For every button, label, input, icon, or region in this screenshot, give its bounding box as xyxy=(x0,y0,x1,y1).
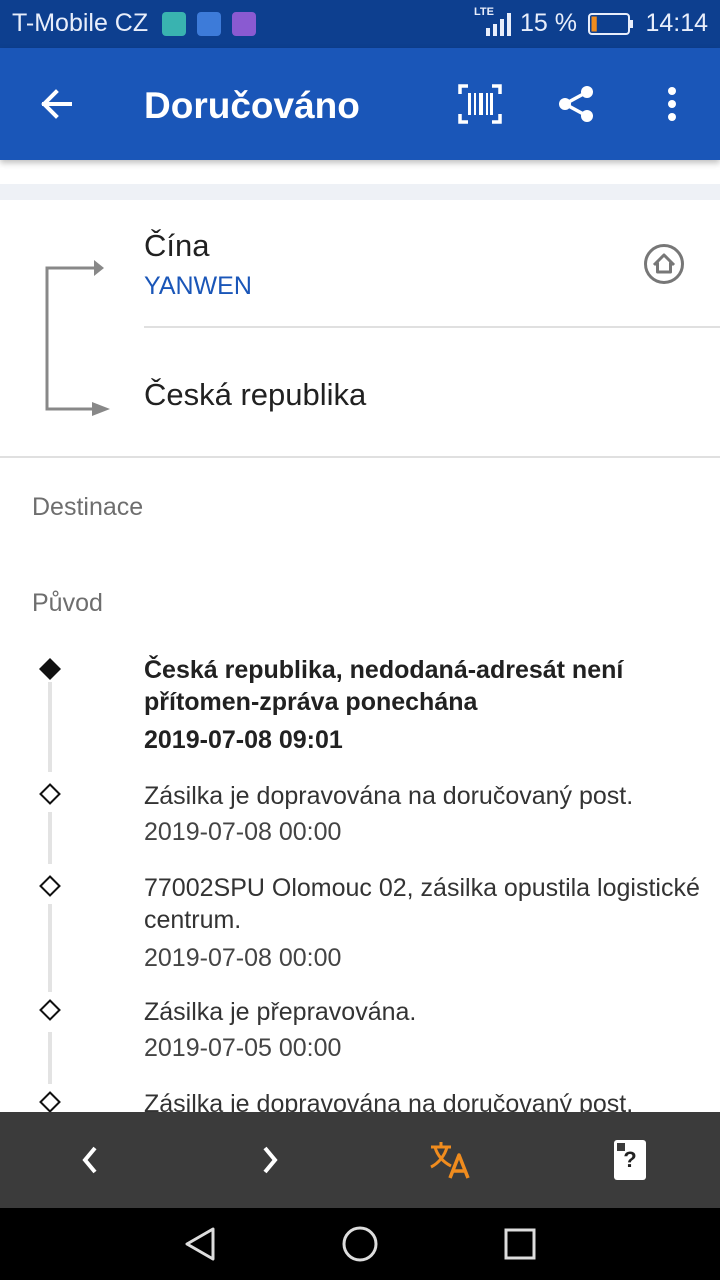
event-date: 2019-07-08 00:00 xyxy=(144,818,342,846)
event-description: 77002SPU Olomouc 02, zásilka opustila lo… xyxy=(144,874,700,934)
notification-news-icon xyxy=(197,12,221,36)
event-description: Zásilka je přepravována. xyxy=(144,998,417,1026)
chevron-left-icon xyxy=(82,1146,97,1174)
clock: 14:14 xyxy=(645,9,708,37)
chevron-right-icon xyxy=(263,1146,278,1174)
destination-country: Česká republika xyxy=(144,377,367,412)
carrier-name: T-Mobile CZ xyxy=(12,9,149,37)
event-description: Zásilka je dopravována na doručovaný pos… xyxy=(144,782,634,810)
previous-button[interactable] xyxy=(60,1132,120,1188)
page-title: Doručováno xyxy=(144,85,360,126)
status-bar: T-Mobile CZ LTE 15 % 14:14 xyxy=(0,0,720,48)
event-date: 2019-07-08 00:00 xyxy=(144,944,342,972)
event-date: 2019-07-08 09:01 xyxy=(144,726,343,754)
help-card-icon: ? xyxy=(614,1140,646,1180)
status-diamond-icon xyxy=(39,999,61,1021)
origin-section-label: Původ xyxy=(32,589,103,617)
nav-recents-button[interactable] xyxy=(492,1218,548,1270)
event-description: Zásilka je dopravována na doručovaný pos… xyxy=(144,1090,634,1112)
nav-back-icon xyxy=(185,1227,215,1261)
carrier-link[interactable]: YANWEN xyxy=(144,272,252,301)
battery-icon xyxy=(588,13,633,35)
status-diamond-icon xyxy=(39,1091,61,1112)
timeline-connector xyxy=(48,1032,52,1084)
signal-icon xyxy=(486,13,511,36)
help-button[interactable]: ? xyxy=(600,1132,660,1188)
back-button[interactable] xyxy=(28,76,84,132)
more-options-button[interactable] xyxy=(644,76,700,132)
battery-percent: 15 % xyxy=(520,9,577,37)
translate-icon xyxy=(430,1142,470,1179)
nav-home-button[interactable] xyxy=(332,1218,388,1270)
system-nav-bar xyxy=(0,1208,720,1280)
translate-button[interactable] xyxy=(420,1132,480,1188)
route-card: Čína YANWEN Česká republika xyxy=(0,200,720,458)
route-bracket-icon xyxy=(45,260,110,416)
notification-gallery-icon xyxy=(232,12,256,36)
barcode-button[interactable] xyxy=(452,76,508,132)
nav-home-icon xyxy=(342,1226,378,1262)
nav-recents-icon xyxy=(504,1228,536,1260)
status-diamond-icon xyxy=(39,875,61,897)
destination-section-label: Destinace xyxy=(32,493,144,521)
share-icon xyxy=(559,86,593,122)
route-divider xyxy=(144,326,720,328)
bottom-toolbar: ? xyxy=(0,1112,720,1208)
section-gap xyxy=(0,184,720,200)
current-status-diamond-icon xyxy=(39,658,61,680)
event-description: Česká republika, nedodaná-adresát není p… xyxy=(144,656,624,716)
home-icon[interactable] xyxy=(642,242,686,286)
event-date: 2019-07-05 00:00 xyxy=(144,1034,342,1062)
origin-country: Čína xyxy=(144,228,210,263)
notification-app-icon xyxy=(162,12,186,36)
help-glyph: ? xyxy=(623,1147,637,1172)
nav-back-button[interactable] xyxy=(172,1218,228,1270)
next-button[interactable] xyxy=(240,1132,300,1188)
more-vert-icon xyxy=(668,87,676,121)
app-bar: Doručováno xyxy=(0,48,720,160)
timeline-connector xyxy=(48,812,52,864)
share-button[interactable] xyxy=(548,76,604,132)
tracking-timeline: Česká republika, nedodaná-adresát není p… xyxy=(0,648,720,1112)
status-diamond-icon xyxy=(39,783,61,805)
back-arrow-icon xyxy=(41,89,72,119)
timeline-connector xyxy=(48,682,52,772)
timeline-connector xyxy=(48,904,52,992)
barcode-icon xyxy=(458,84,502,124)
